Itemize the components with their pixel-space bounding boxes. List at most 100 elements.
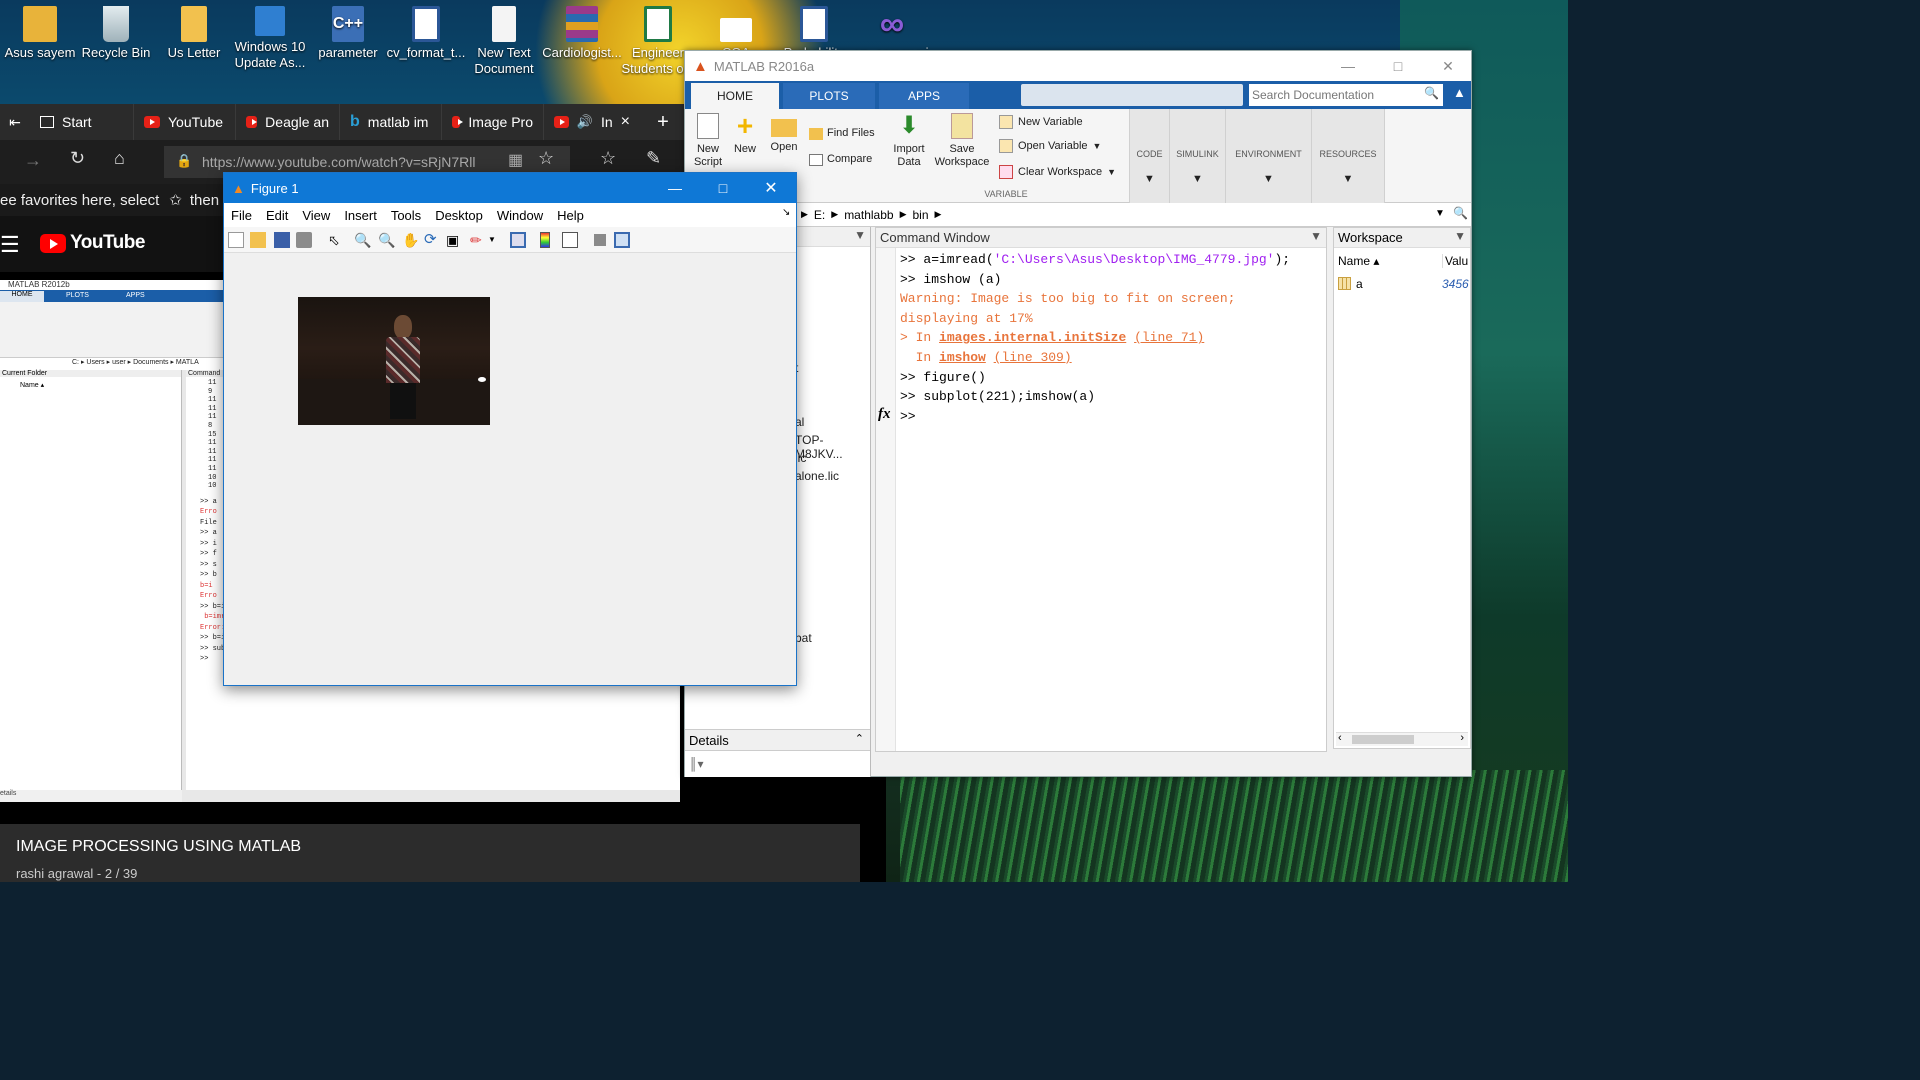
open-button[interactable]: Open	[767, 113, 801, 154]
desktop-icon-asus-sayem[interactable]: Asus sayem	[0, 4, 80, 61]
colorbar-icon[interactable]	[540, 232, 550, 248]
folder-item[interactable]: bat	[795, 631, 812, 645]
workspace-name-column[interactable]: Name ▴	[1338, 254, 1379, 268]
folder-item[interactable]: alone.lic	[795, 469, 839, 483]
import-data-button[interactable]: ⬇ Import Data	[889, 113, 929, 169]
scroll-right-icon[interactable]: ›	[1460, 732, 1464, 744]
brush-icon[interactable]: ✏	[470, 232, 486, 248]
folder-search-icon[interactable]: 🔍	[1453, 206, 1468, 220]
quick-access-toolbar[interactable]	[1021, 84, 1243, 106]
desktop-icon-recycle-bin[interactable]: Recycle Bin	[76, 4, 156, 61]
workspace-row[interactable]: a 3456	[1334, 274, 1470, 294]
desktop-icon-cardiologist[interactable]: Cardiologist...	[542, 4, 622, 61]
save-workspace-button[interactable]: Save Workspace	[933, 113, 991, 169]
tab-active-in[interactable]: 🔊 In ×	[544, 104, 640, 140]
brush-dropdown-icon[interactable]: ▼	[488, 232, 504, 248]
details-toggle-icon[interactable]: ║▾	[689, 757, 704, 771]
clear-workspace-button[interactable]: Clear Workspace ▼	[999, 165, 1116, 179]
panel-menu-icon[interactable]: ▼	[854, 228, 866, 242]
tab-plots[interactable]: PLOTS	[783, 83, 875, 109]
link-plot-icon[interactable]	[510, 232, 526, 248]
maximize-icon[interactable]: □	[700, 173, 746, 203]
data-cursor-icon[interactable]: ▣	[446, 232, 462, 248]
reading-view-icon[interactable]: ▦	[508, 150, 523, 170]
youtube-logo[interactable]: YouTube	[40, 232, 145, 254]
path-segment[interactable]: mathlabb	[844, 208, 893, 222]
desktop-icon-parameter[interactable]: C++ parameter	[308, 4, 388, 61]
desktop-icon-cv-format[interactable]: cv_format_t...	[386, 4, 466, 61]
hide-plot-tools-icon[interactable]	[594, 234, 606, 246]
menu-desktop[interactable]: Desktop	[428, 208, 490, 223]
menu-help[interactable]: Help	[550, 208, 591, 223]
simulink-section[interactable]: SIMULINK ▼	[1169, 109, 1225, 203]
scroll-left-icon[interactable]: ‹	[1338, 732, 1342, 744]
tab-start[interactable]: Start	[30, 104, 134, 140]
environment-section[interactable]: ENVIRONMENT ▼	[1225, 109, 1311, 203]
desktop-icon-new-text-document[interactable]: New Text Document	[464, 4, 544, 77]
tab-image-pro[interactable]: Image Pro	[442, 104, 544, 140]
pen-notes-icon[interactable]: ✎	[646, 148, 661, 169]
current-folder-path[interactable]: ▶ E: ▶ mathlabb ▶ bin ▶ ▼ 🔍	[685, 203, 1471, 227]
details-panel-header[interactable]: Details ⌃	[685, 729, 870, 751]
panel-menu-icon[interactable]: ▼	[1454, 229, 1466, 243]
refresh-icon[interactable]: ↻	[70, 148, 85, 169]
command-link[interactable]: (line 71)	[1134, 330, 1204, 345]
menu-file[interactable]: File	[224, 208, 259, 223]
new-variable-button[interactable]: New Variable	[999, 115, 1083, 129]
tab-apps[interactable]: APPS	[879, 83, 969, 109]
save-icon[interactable]	[274, 232, 290, 248]
hamburger-menu-icon[interactable]: ☰	[0, 232, 20, 258]
close-icon[interactable]: ✕	[1425, 51, 1471, 81]
code-section[interactable]: CODE ▼	[1129, 109, 1169, 203]
favorites-hub-icon[interactable]: ☆	[600, 148, 616, 169]
close-tab-icon[interactable]: ×	[621, 113, 630, 131]
open-file-icon[interactable]	[250, 232, 266, 248]
command-link[interactable]: (line 309)	[994, 350, 1072, 365]
favorite-star-icon[interactable]: ☆	[538, 148, 554, 169]
zoom-in-icon[interactable]: 🔍	[354, 232, 371, 248]
pan-icon[interactable]: ✋	[402, 232, 419, 248]
print-icon[interactable]	[296, 232, 312, 248]
scroll-thumb[interactable]	[1352, 735, 1414, 744]
search-documentation-field[interactable]: Search Documentation 🔍	[1249, 84, 1443, 106]
show-plot-tools-icon[interactable]	[614, 232, 630, 248]
menu-edit[interactable]: Edit	[259, 208, 295, 223]
minimize-icon[interactable]: —	[652, 173, 698, 203]
maximize-icon[interactable]: □	[1375, 51, 1421, 81]
resources-section[interactable]: RESOURCES ▼	[1311, 109, 1385, 203]
compare-button[interactable]: Compare	[809, 153, 872, 166]
command-link[interactable]: images.internal.initSize	[939, 330, 1126, 345]
tab-deagle[interactable]: Deagle an	[236, 104, 340, 140]
new-button[interactable]: + New	[729, 112, 761, 156]
close-icon[interactable]: ✕	[748, 173, 794, 203]
path-segment[interactable]: E:	[814, 208, 825, 222]
menu-window[interactable]: Window	[490, 208, 550, 223]
subplot-image[interactable]	[298, 297, 490, 425]
panel-menu-icon[interactable]: ▼	[1310, 229, 1322, 243]
find-files-button[interactable]: Find Files	[809, 127, 875, 140]
desktop-icon-us-letter[interactable]: Us Letter	[154, 4, 234, 61]
tab-matlab-im[interactable]: b matlab im	[340, 104, 442, 140]
menu-view[interactable]: View	[295, 208, 337, 223]
path-segment[interactable]: bin	[912, 208, 928, 222]
open-variable-button[interactable]: Open Variable ▼	[999, 139, 1101, 153]
workspace-scrollbar[interactable]: ‹ ›	[1336, 732, 1468, 746]
dock-arrow-icon[interactable]: ↘	[782, 207, 790, 218]
forward-icon[interactable]: →	[24, 150, 42, 171]
minimize-icon[interactable]: —	[1325, 51, 1371, 81]
menu-insert[interactable]: Insert	[337, 208, 384, 223]
new-figure-icon[interactable]	[228, 232, 244, 248]
new-script-button[interactable]: New Script	[691, 113, 725, 169]
tab-youtube[interactable]: YouTube	[134, 104, 236, 140]
set-aside-tabs-icon[interactable]: ⇤	[0, 104, 30, 140]
path-dropdown-icon[interactable]: ▼	[1435, 208, 1445, 219]
menu-tools[interactable]: Tools	[384, 208, 428, 223]
edit-plot-icon[interactable]: ⬁	[328, 232, 344, 248]
workspace-value-column[interactable]: Valu	[1442, 254, 1468, 268]
desktop-icon-windows-update[interactable]: Windows 10 Update As...	[230, 4, 310, 71]
rotate-3d-icon[interactable]: ⟳	[424, 232, 440, 248]
new-tab-button[interactable]: +	[640, 104, 686, 140]
home-icon[interactable]: ⌂	[114, 148, 125, 169]
zoom-out-icon[interactable]: 🔍	[378, 232, 395, 248]
collapse-ribbon-icon[interactable]: ▲	[1453, 85, 1466, 100]
